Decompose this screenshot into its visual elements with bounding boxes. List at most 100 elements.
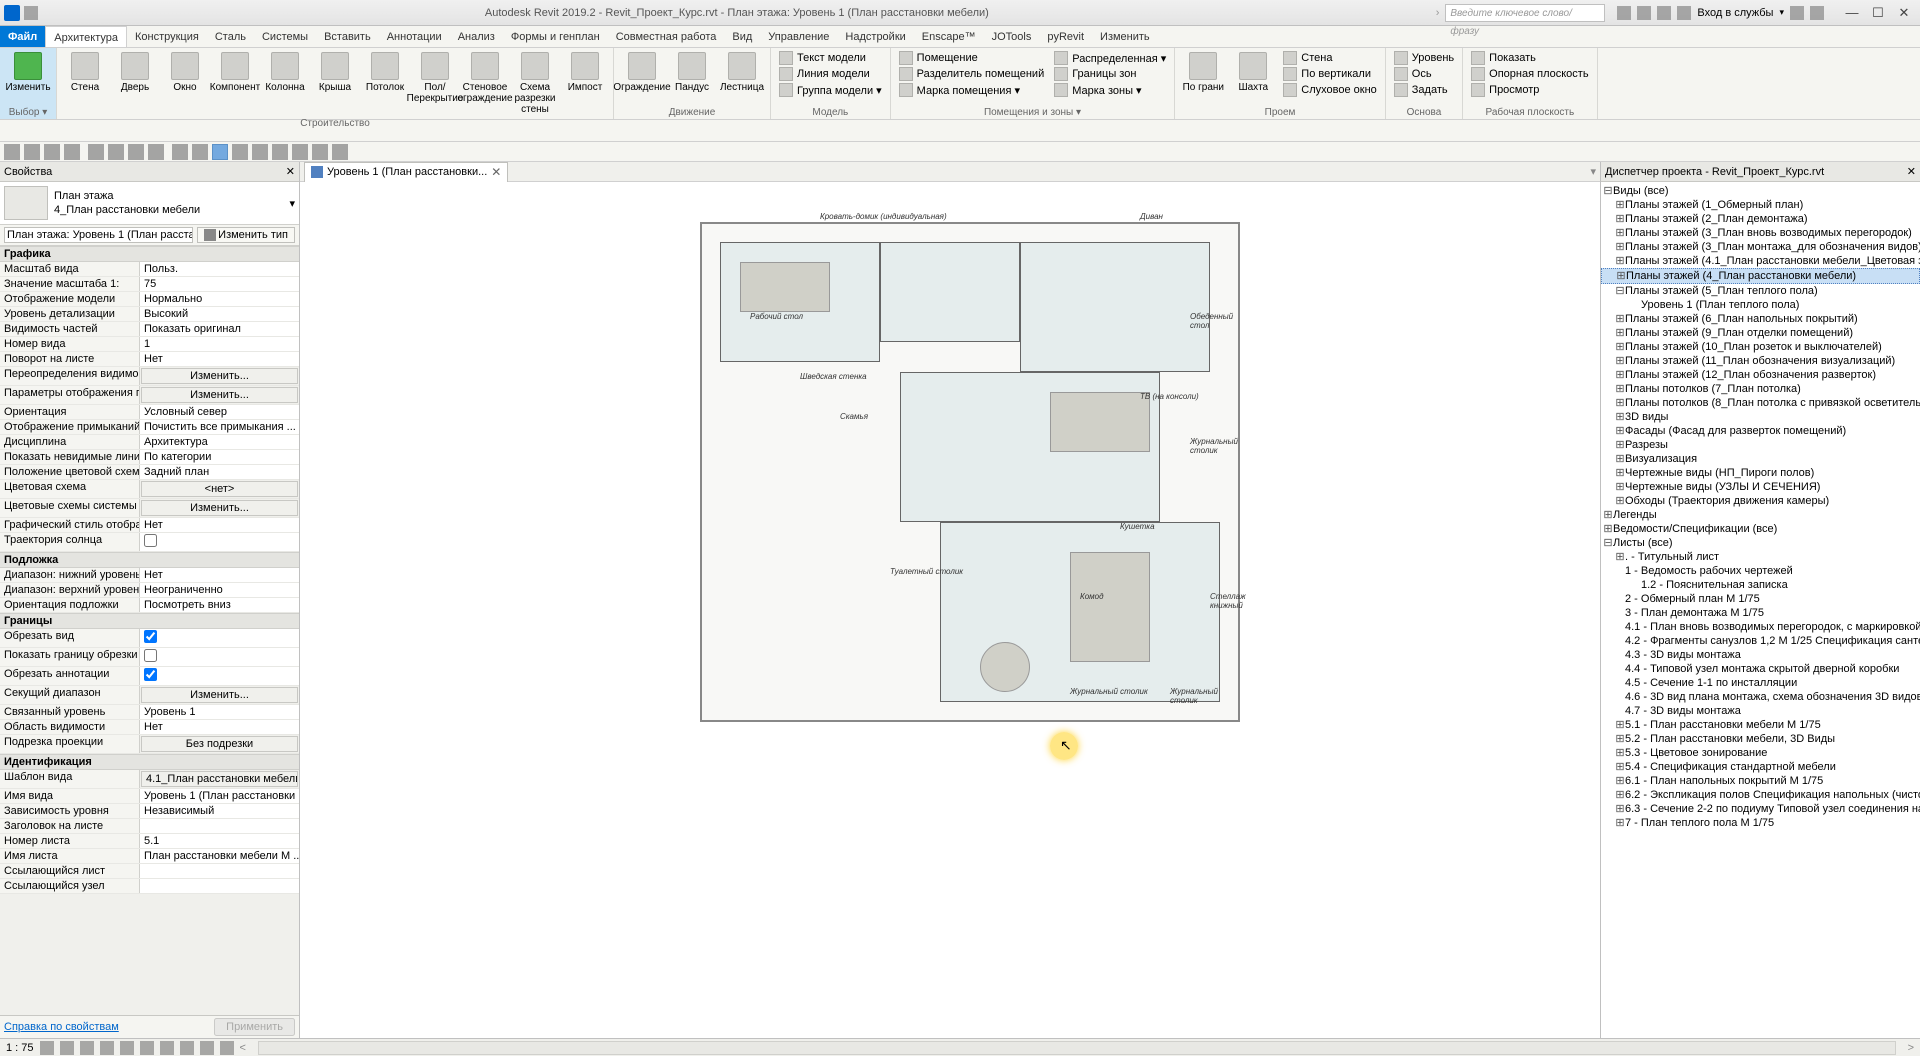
tab-анализ[interactable]: Анализ: [450, 26, 503, 47]
cascade-icon[interactable]: [332, 144, 348, 160]
ribbon-button[interactable]: Задать: [1390, 82, 1458, 98]
ribbon-button[interactable]: Пол/Перекрытие: [411, 50, 459, 106]
cart-icon[interactable]: [1790, 6, 1804, 20]
property-value[interactable]: Высокий: [140, 307, 299, 321]
tree-node[interactable]: 4.2 - Фрагменты санузлов 1,2 М 1/25 Спец…: [1601, 634, 1920, 648]
login-icon[interactable]: [1637, 6, 1651, 20]
redo-icon[interactable]: [64, 144, 80, 160]
tree-node[interactable]: 4.7 - 3D виды монтажа: [1601, 704, 1920, 718]
property-value[interactable]: 1: [140, 337, 299, 351]
property-value[interactable]: Изменить...: [141, 387, 298, 403]
ribbon-button[interactable]: Слуховое окно: [1279, 82, 1381, 98]
property-value[interactable]: Задний план: [140, 465, 299, 479]
tree-node[interactable]: ⊞Чертежные виды (НП_Пироги полов): [1601, 466, 1920, 480]
restore-button[interactable]: ☐: [1866, 4, 1890, 22]
property-row[interactable]: Цветовые схемы системыИзменить...: [0, 499, 299, 518]
property-value[interactable]: 5.1: [140, 834, 299, 848]
property-row[interactable]: Секущий диапазонИзменить...: [0, 686, 299, 705]
tab-надстройки[interactable]: Надстройки: [837, 26, 913, 47]
tree-node[interactable]: ⊞Планы этажей (11_План обозначения визуа…: [1601, 354, 1920, 368]
tab-формы и генплан[interactable]: Формы и генплан: [503, 26, 608, 47]
property-group[interactable]: Подложка: [0, 552, 299, 568]
ribbon-button[interactable]: Текст модели: [775, 50, 886, 66]
property-group[interactable]: Идентификация: [0, 754, 299, 770]
tree-node[interactable]: ⊞Планы этажей (9_План отделки помещений): [1601, 326, 1920, 340]
tab-вид[interactable]: Вид: [724, 26, 760, 47]
tree-node[interactable]: 1 - Ведомость рабочих чертежей: [1601, 564, 1920, 578]
tree-node[interactable]: ⊞Разрезы: [1601, 438, 1920, 452]
tab-системы[interactable]: Системы: [254, 26, 316, 47]
ribbon-button[interactable]: Линия модели: [775, 66, 886, 82]
text-icon[interactable]: [148, 144, 164, 160]
property-value[interactable]: Показать оригинал: [140, 322, 299, 336]
tree-node[interactable]: ⊞Планы этажей (4.1_План расстановки мебе…: [1601, 254, 1920, 268]
ribbon-button[interactable]: Распределенная ▾: [1050, 50, 1170, 66]
tab-pyrevit[interactable]: pyRevit: [1039, 26, 1092, 47]
file-icon[interactable]: [24, 6, 38, 20]
user-icon[interactable]: [1677, 6, 1691, 20]
property-value[interactable]: По категории: [140, 450, 299, 464]
property-checkbox[interactable]: [144, 630, 157, 643]
ribbon-button[interactable]: Крыша: [311, 50, 359, 95]
shadows-icon[interactable]: [100, 1041, 114, 1055]
property-checkbox[interactable]: [144, 668, 157, 681]
property-value[interactable]: 4.1_План расстановки мебели: [141, 771, 298, 787]
property-value[interactable]: Нет: [140, 720, 299, 734]
tree-node[interactable]: ⊞Планы потолков (8_План потолка с привяз…: [1601, 396, 1920, 410]
close-icon[interactable]: ✕: [1907, 162, 1916, 181]
tree-node[interactable]: ⊟Виды (все): [1601, 184, 1920, 198]
properties-help-link[interactable]: Справка по свойствам: [4, 1021, 119, 1033]
detail-level-icon[interactable]: [40, 1041, 54, 1055]
ribbon-button[interactable]: Изменить: [4, 50, 52, 95]
property-row[interactable]: Обрезать вид: [0, 629, 299, 648]
property-row[interactable]: Масштаб видаПольз.: [0, 262, 299, 277]
tree-node[interactable]: ⊞6.2 - Экспликация полов Спецификация на…: [1601, 788, 1920, 802]
property-row[interactable]: Подрезка проекцииБез подрезки: [0, 735, 299, 754]
property-row[interactable]: Ориентация подложкиПосмотреть вниз: [0, 598, 299, 613]
tab-конструкция[interactable]: Конструкция: [127, 26, 207, 47]
minimize-button[interactable]: —: [1840, 4, 1864, 22]
switch-icon[interactable]: [292, 144, 308, 160]
tree-node[interactable]: ⊞Планы этажей (2_План демонтажа): [1601, 212, 1920, 226]
drawing-canvas[interactable]: Кровать-домик (индивидуальная) Диван Раб…: [300, 182, 1600, 1038]
property-row[interactable]: Обрезать аннотации: [0, 667, 299, 686]
property-checkbox[interactable]: [144, 649, 157, 662]
instance-filter[interactable]: План этажа: Уровень 1 (План расстановки …: [4, 227, 193, 243]
property-row[interactable]: Графический стиль отображ...Нет: [0, 518, 299, 533]
property-row[interactable]: Отображение примыканий с...Почистить все…: [0, 420, 299, 435]
property-value[interactable]: Нет: [140, 568, 299, 582]
property-row[interactable]: Заголовок на листе: [0, 819, 299, 834]
ribbon-button[interactable]: Помещение: [895, 50, 1049, 66]
property-row[interactable]: Зависимость уровняНезависимый: [0, 804, 299, 819]
tree-node[interactable]: ⊞Планы потолков (7_План потолка): [1601, 382, 1920, 396]
property-row[interactable]: Диапазон: нижний уровеньНет: [0, 568, 299, 583]
star-icon[interactable]: [1657, 6, 1671, 20]
tree-node[interactable]: ⊞5.4 - Спецификация стандартной мебели: [1601, 760, 1920, 774]
tree-node[interactable]: 1.2 - Пояснительная записка: [1601, 578, 1920, 592]
ribbon-button[interactable]: Марка зоны ▾: [1050, 82, 1170, 98]
tree-node[interactable]: ⊞Чертежные виды (УЗЛЫ И СЕЧЕНИЯ): [1601, 480, 1920, 494]
close-icon[interactable]: ✕: [286, 162, 295, 181]
tree-node[interactable]: ⊞Планы этажей (10_План розеток и выключа…: [1601, 340, 1920, 354]
tab-изменить[interactable]: Изменить: [1092, 26, 1158, 47]
property-value[interactable]: Нет: [140, 518, 299, 532]
edit-type-button[interactable]: Изменить тип: [197, 227, 295, 243]
ribbon-button[interactable]: Шахта: [1229, 50, 1277, 95]
temp-hide-icon[interactable]: [200, 1041, 214, 1055]
tree-node[interactable]: ⊟Листы (все): [1601, 536, 1920, 550]
property-value[interactable]: 75: [140, 277, 299, 291]
save-icon[interactable]: [4, 144, 20, 160]
property-value[interactable]: [140, 819, 299, 833]
tree-node[interactable]: ⊞Легенды: [1601, 508, 1920, 522]
ribbon-button[interactable]: По вертикали: [1279, 66, 1381, 82]
property-checkbox[interactable]: [144, 534, 157, 547]
property-value[interactable]: План расстановки мебели М ...: [140, 849, 299, 863]
property-row[interactable]: Область видимостиНет: [0, 720, 299, 735]
property-row[interactable]: Траектория солнца: [0, 533, 299, 552]
property-group[interactable]: Границы: [0, 613, 299, 629]
ribbon-button[interactable]: Границы зон: [1050, 66, 1170, 82]
login-text[interactable]: Вход в службы: [1697, 7, 1773, 19]
ribbon-button[interactable]: Просмотр: [1467, 82, 1592, 98]
thin-lines-icon[interactable]: [252, 144, 268, 160]
print-icon[interactable]: [24, 144, 40, 160]
